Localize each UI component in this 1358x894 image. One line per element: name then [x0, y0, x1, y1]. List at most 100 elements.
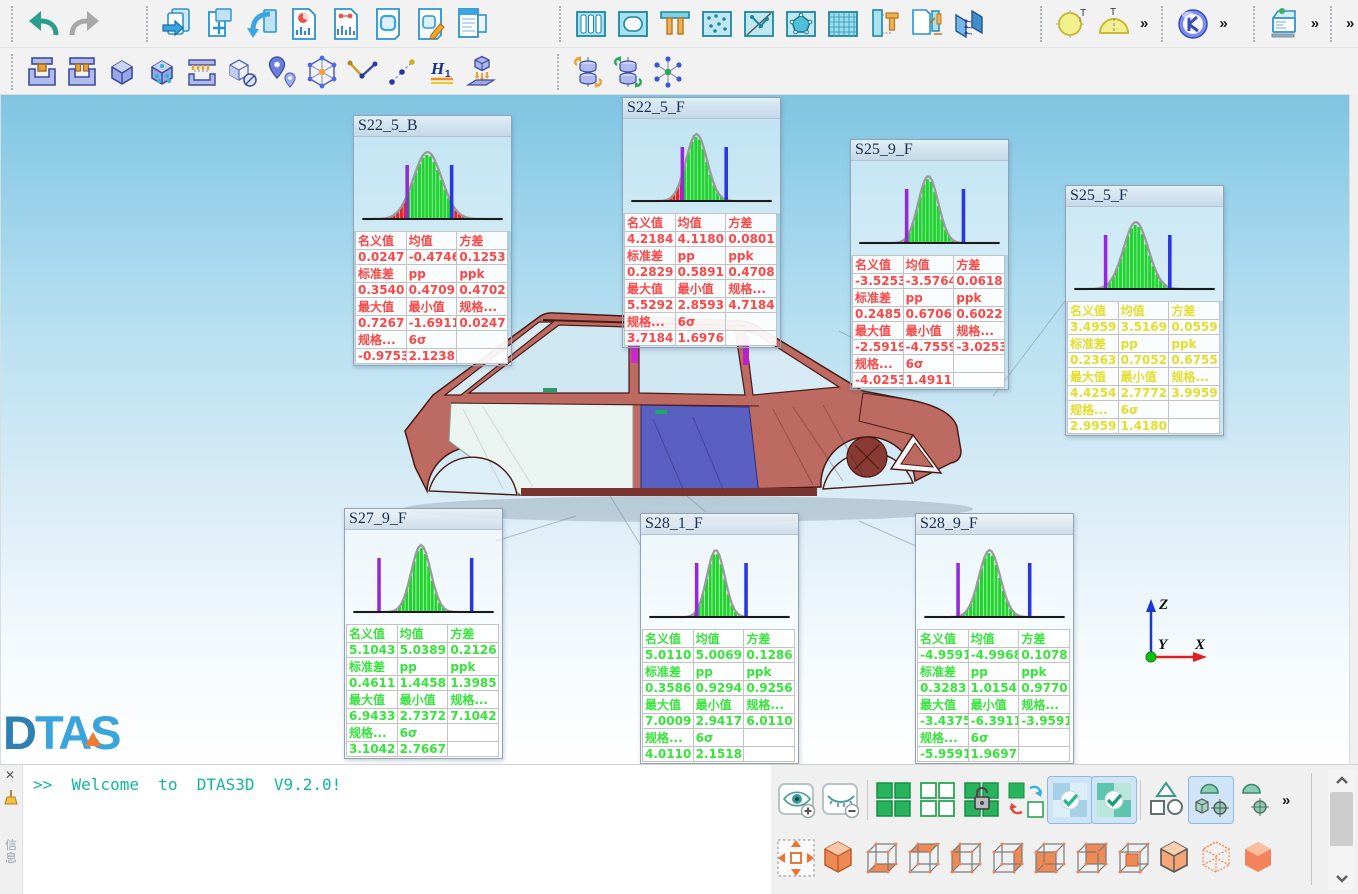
circle-tolerance-icon[interactable]: T — [1051, 2, 1093, 46]
grid-outline-icon[interactable] — [916, 777, 960, 823]
display-shaded-icon[interactable] — [1153, 835, 1195, 881]
toolbar-grip[interactable] — [146, 6, 152, 42]
fixture-slot-icon[interactable] — [182, 51, 222, 93]
dice-cube-icon[interactable] — [142, 51, 182, 93]
rotate-cylinder-cw-icon[interactable] — [608, 51, 648, 93]
view-left-icon[interactable] — [943, 835, 985, 881]
toolbar-grip[interactable] — [11, 54, 17, 90]
mesh-surface-icon[interactable] — [822, 2, 864, 46]
toolbar-overflow[interactable]: » — [1277, 792, 1295, 809]
open-model-icon[interactable] — [241, 2, 283, 46]
slot-feature-icon[interactable] — [570, 2, 612, 46]
spider-node-icon[interactable] — [648, 51, 688, 93]
solid-cube-icon[interactable] — [102, 51, 142, 93]
grid-swap-icon[interactable] — [1004, 777, 1048, 823]
h1-datum-icon[interactable]: H1 — [422, 51, 462, 93]
panel-title[interactable]: S25_9_F — [851, 140, 1008, 161]
toolbar-grip[interactable] — [11, 6, 17, 42]
report-distribution-icon[interactable] — [325, 2, 367, 46]
vertical-scrollbar[interactable] — [1328, 770, 1355, 889]
grid-locked-icon[interactable] — [960, 777, 1004, 823]
stat-panel[interactable]: S22_5_B 名义值均值方差0.0247-0.47460.1253标准差ppp… — [353, 115, 512, 366]
hide-feature-icon[interactable] — [819, 777, 863, 823]
rounded-slot-icon[interactable] — [612, 2, 654, 46]
cube-measure-icon[interactable] — [222, 51, 262, 93]
stat-panel[interactable]: S25_5_F 名义值均值方差3.49593.51690.0559标准差pppp… — [1065, 185, 1224, 436]
info-tab[interactable]: 信息 — [3, 839, 19, 865]
toolbar-overflow[interactable]: » — [1214, 15, 1232, 32]
view-bottom-icon[interactable] — [859, 835, 901, 881]
toolbar-grip[interactable] — [1253, 6, 1259, 42]
angle-tolerance-icon[interactable]: T — [1093, 2, 1135, 46]
scroll-down-icon[interactable] — [1328, 869, 1355, 889]
semicircle-target-icon[interactable] — [1233, 777, 1277, 823]
close-icon[interactable]: ✕ — [5, 769, 15, 781]
match-check-blue-icon[interactable] — [1048, 777, 1092, 823]
vector-cross-icon[interactable] — [738, 2, 780, 46]
toolbar-grip[interactable] — [557, 54, 563, 90]
network-node-icon[interactable] — [302, 51, 342, 93]
panel-title[interactable]: S22_5_F — [623, 98, 780, 119]
grid-filled-icon[interactable] — [872, 777, 916, 823]
load-cube-icon[interactable] — [462, 51, 502, 93]
stat-panel[interactable]: S22_5_F 名义值均值方差4.21844.11800.0801标准差pppp… — [622, 97, 781, 348]
parallel-planes-icon[interactable] — [948, 2, 990, 46]
toolbar-overflow[interactable]: » — [1306, 15, 1324, 32]
display-flat-icon[interactable] — [1237, 835, 1279, 881]
angle-lines-icon[interactable] — [342, 51, 382, 93]
show-feature-icon[interactable] — [775, 777, 819, 823]
export-model-icon[interactable] — [157, 2, 199, 46]
panel-title[interactable]: S27_9_F — [345, 509, 502, 530]
match-check-green-icon[interactable] — [1092, 777, 1136, 823]
toolbar-grip[interactable] — [559, 6, 565, 42]
redo-icon[interactable] — [64, 2, 106, 46]
display-wireframe-icon[interactable] — [1195, 835, 1237, 881]
panel-title[interactable]: S25_5_F — [1066, 186, 1223, 207]
report-pie-icon[interactable] — [283, 2, 325, 46]
shape-target-icon[interactable] — [1189, 777, 1233, 823]
rotate-cylinder-ccw-icon[interactable] — [568, 51, 608, 93]
undo-icon[interactable] — [22, 2, 64, 46]
panel-title[interactable]: S22_5_B — [354, 116, 511, 137]
location-pins-icon[interactable] — [262, 51, 302, 93]
stat-panel[interactable]: S28_1_F 名义值均值方差5.01105.00690.1286标准差pppp… — [640, 513, 799, 764]
toolbar-grip[interactable] — [1330, 6, 1336, 42]
inner-cube-icon[interactable] — [1111, 835, 1153, 881]
toolbar-grip[interactable] — [1161, 6, 1167, 42]
point-cloud-icon[interactable] — [696, 2, 738, 46]
view-right-icon[interactable] — [985, 835, 1027, 881]
polygon-feature-icon[interactable] — [780, 2, 822, 46]
pin-pair-icon[interactable] — [654, 2, 696, 46]
panel-title[interactable]: S28_9_F — [916, 514, 1073, 535]
point-link-icon[interactable] — [382, 51, 422, 93]
k-solver-icon[interactable] — [1172, 2, 1214, 46]
clamp-bracket-icon[interactable] — [22, 51, 62, 93]
toolbar-overflow[interactable]: » — [1135, 15, 1153, 32]
stat-panel[interactable]: S27_9_F 名义值均值方差5.10435.03890.2126标准差pppp… — [344, 508, 503, 759]
scrollbar-thumb[interactable] — [1330, 792, 1353, 846]
pin-block-icon[interactable] — [864, 2, 906, 46]
shape-set-icon[interactable] — [1145, 777, 1189, 823]
frame-document-icon[interactable] — [367, 2, 409, 46]
pin-document-icon[interactable] — [906, 2, 948, 46]
view-top-icon[interactable] — [901, 835, 943, 881]
toolbar-overflow[interactable]: » — [1341, 15, 1358, 32]
view-back-icon[interactable] — [1069, 835, 1111, 881]
message-console[interactable]: >> Welcome to DTAS3D V9.2.0! — [22, 765, 771, 894]
new-document-icon[interactable] — [199, 2, 241, 46]
stat-panel[interactable]: S25_9_F 名义值均值方差-3.5253-3.57640.0618标准差pp… — [850, 139, 1009, 390]
measure-instrument-icon[interactable] — [1264, 2, 1306, 46]
clamp-bracket-double-icon[interactable] — [62, 51, 102, 93]
pan-view-icon[interactable] — [775, 835, 817, 881]
scroll-up-icon[interactable] — [1328, 770, 1355, 790]
stat-panel[interactable]: S28_9_F 名义值均值方差-4.9591-4.99680.1078标准差pp… — [915, 513, 1074, 764]
edit-document-icon[interactable] — [409, 2, 451, 46]
spec-list-icon[interactable] — [451, 2, 493, 46]
view-iso-icon[interactable] — [817, 835, 859, 881]
viewport-3d[interactable]: S22_5_B 名义值均值方差0.0247-0.47460.1253标准差ppp… — [0, 94, 1350, 765]
toolbar-grip[interactable] — [1040, 6, 1046, 42]
stat-cell: ppk — [744, 663, 795, 681]
panel-title[interactable]: S28_1_F — [641, 514, 798, 535]
view-front-icon[interactable] — [1027, 835, 1069, 881]
clear-console-icon[interactable] — [3, 789, 18, 811]
